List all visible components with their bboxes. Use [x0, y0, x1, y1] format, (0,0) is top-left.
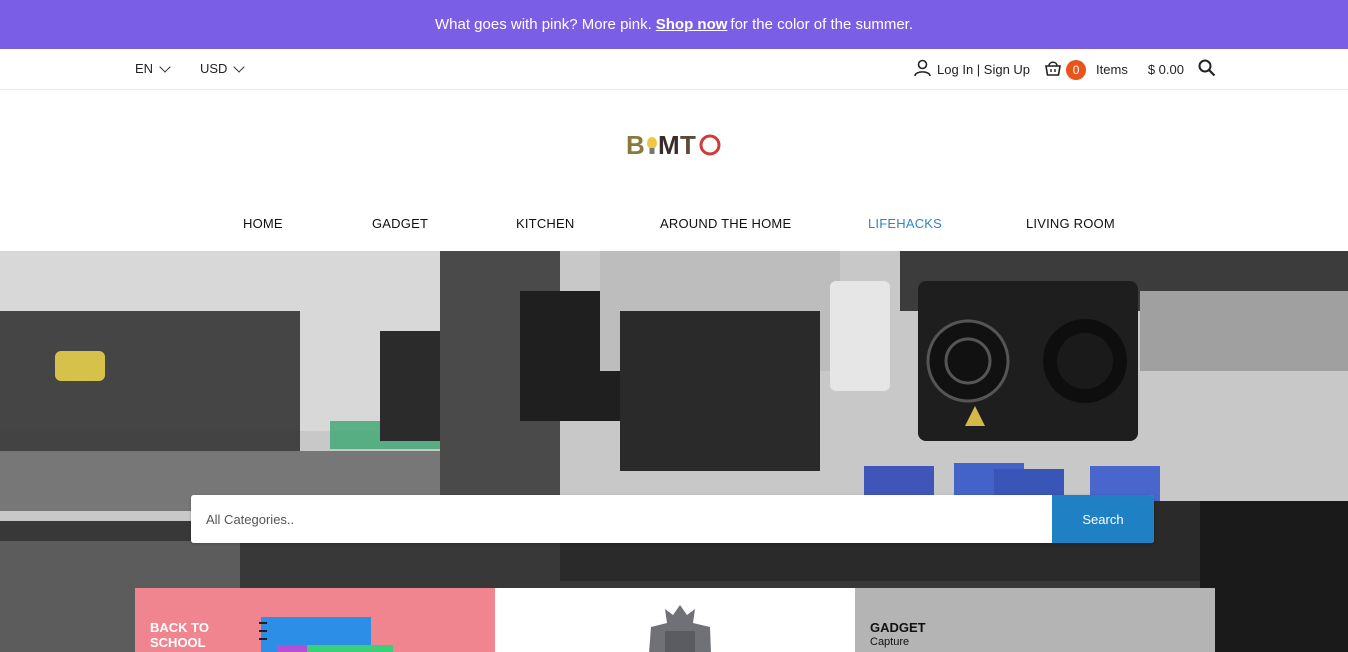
account-label: Log In | Sign Up [937, 62, 1031, 77]
language-label: EN [135, 61, 154, 76]
search-button[interactable]: Search [1052, 495, 1154, 543]
binders-image [259, 617, 393, 652]
cart-items-label: Items [1096, 62, 1128, 77]
nav-item-home[interactable]: HOME [243, 216, 283, 231]
card-title: BACK TO SCHOOL [150, 620, 209, 650]
announcement-text: What goes with pink? More pink. [434, 16, 652, 33]
category-card-figurine[interactable] [495, 588, 855, 652]
nav-item-gadget[interactable]: GADGET [372, 216, 428, 231]
currency-selector[interactable]: USD [200, 60, 246, 76]
utility-bar: EN USD Log In | Sign Up 0 Items $ 0.00 [0, 49, 1348, 90]
search-input[interactable] [191, 495, 1052, 543]
chevron-down-icon [233, 60, 246, 73]
user-icon [914, 59, 931, 80]
nav-item-lifehacks[interactable]: LIFEHACKS [868, 216, 942, 231]
category-card-gadget[interactable]: GADGET Capture [855, 588, 1215, 652]
search-bar: Search [191, 495, 1154, 543]
basket-icon [1044, 60, 1062, 79]
site-logo[interactable]: B M T [624, 127, 724, 161]
svg-text:B: B [626, 130, 645, 160]
account-link[interactable]: Log In | Sign Up [914, 59, 1030, 80]
search-icon[interactable] [1198, 59, 1216, 80]
svg-text:T: T [680, 130, 696, 160]
utility-right: Log In | Sign Up 0 Items $ 0.00 [914, 59, 1216, 80]
card-subtitle: Capture [870, 636, 910, 648]
shop-now-link[interactable]: Shop now [656, 16, 728, 33]
main-nav: HOME GADGET KITCHEN AROUND THE HOME LIFE… [0, 210, 1348, 240]
nav-item-around-the-home[interactable]: AROUND THE HOME [660, 216, 791, 231]
announcement-bar: What goes with pink? More pink. Shop now… [0, 0, 1348, 49]
logo-mark: B M T [626, 130, 721, 160]
announcement-text-tail: for the color of the summer. [730, 16, 913, 33]
chevron-down-icon [159, 60, 171, 73]
currency-label: USD [200, 61, 228, 76]
cart-total: $ 0.00 [1147, 62, 1184, 77]
category-card-back-to-school[interactable]: BACK TO SCHOOL [135, 588, 495, 652]
figurine-image [649, 605, 711, 652]
cart-button[interactable]: 0 Items $ 0.00 [1044, 59, 1198, 80]
language-selector[interactable]: EN [135, 60, 171, 76]
cart-count-badge: 0 [1066, 59, 1087, 80]
card-title: GADGET [870, 620, 926, 635]
svg-text:M: M [658, 130, 680, 160]
category-cards: BACK TO SCHOOL GADGET Capture [135, 588, 1215, 652]
nav-item-kitchen[interactable]: KITCHEN [516, 216, 574, 231]
nav-item-living-room[interactable]: LIVING ROOM [1026, 216, 1115, 231]
